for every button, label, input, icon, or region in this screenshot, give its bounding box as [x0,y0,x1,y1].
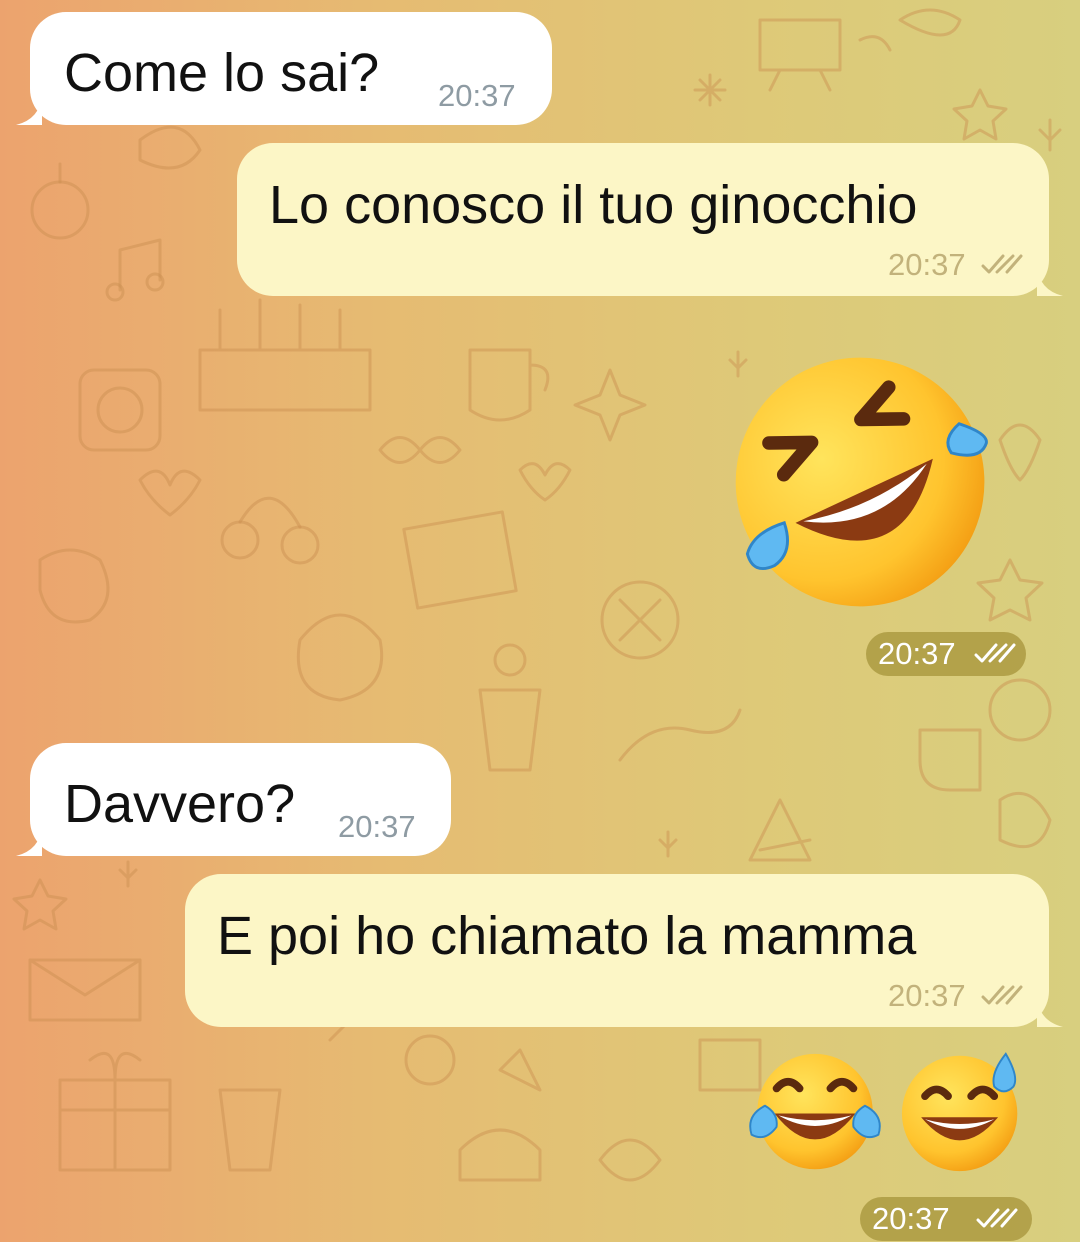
message-time: 20:37 [888,978,966,1013]
message-time: 20:37 [872,1201,950,1236]
face-with-tears-of-joy-emoji[interactable] [745,1050,885,1175]
bubble-tail [1037,266,1063,296]
double-check-read-icon [981,985,1023,1005]
message-time-pill: 20:37 [866,632,1026,676]
message-bubble-incoming[interactable]: Davvero? 20:37 [16,743,451,856]
message-text: E poi ho chiamato la mamma [217,906,917,966]
message-bubble-incoming[interactable]: Come lo sai? 20:37 [16,12,552,125]
double-check-read-icon [976,1208,1018,1228]
message-text: Davvero? [64,774,296,834]
message-bubble-outgoing[interactable]: Lo conosco il tuo ginocchio 20:37 [237,143,1063,296]
bubble-tail [16,95,42,125]
double-check-read-icon [974,643,1016,663]
message-text: Lo conosco il tuo ginocchio [269,175,918,235]
message-time: 20:37 [438,78,516,113]
message-text: Come lo sai? [64,43,380,103]
message-time: 20:37 [338,809,416,844]
bubble-tail [16,826,42,856]
bubble-tail [1037,997,1063,1027]
message-time: 20:37 [888,247,966,282]
double-check-read-icon [981,254,1023,274]
grinning-face-with-sweat-emoji[interactable] [900,1050,1025,1175]
message-time-pill: 20:37 [860,1197,1032,1241]
message-time: 20:37 [878,636,956,671]
message-bubble-outgoing[interactable]: E poi ho chiamato la mamma 20:37 [185,874,1063,1027]
rolling-on-floor-laughing-emoji[interactable] [722,346,1002,618]
